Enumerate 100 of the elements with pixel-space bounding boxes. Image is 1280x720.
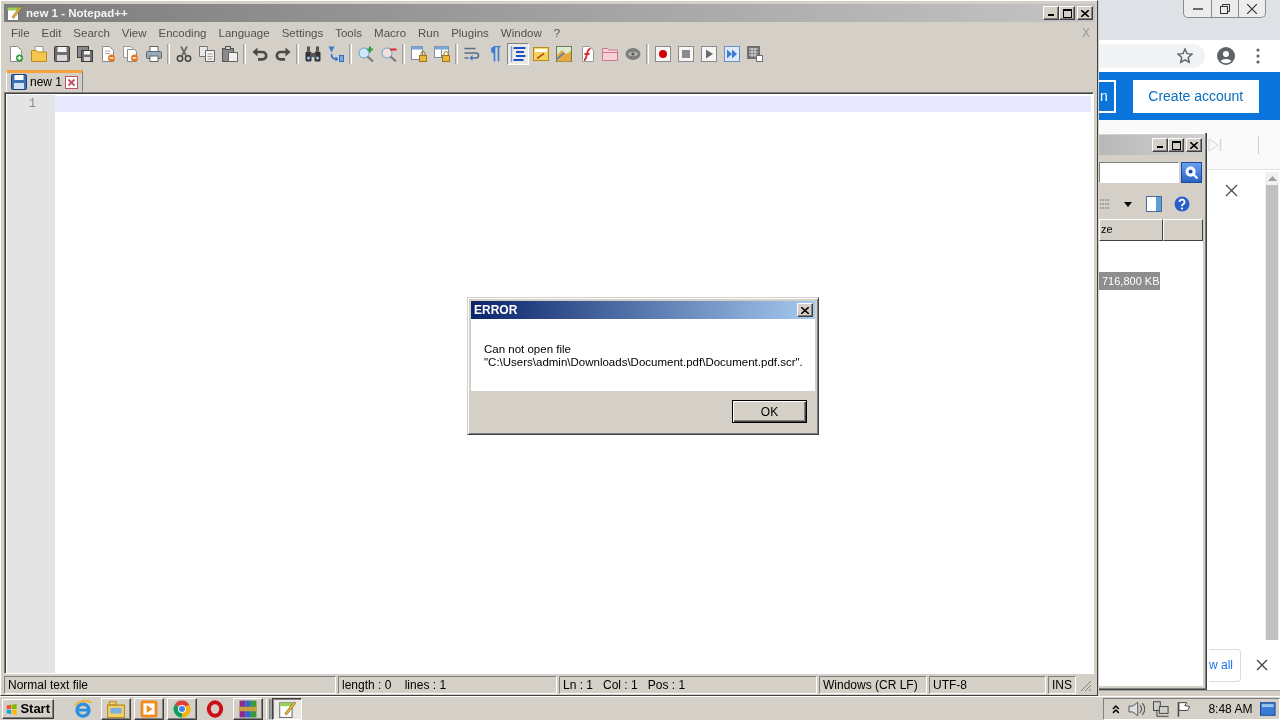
stop-icon[interactable]: [678, 46, 694, 62]
language-panel-icon[interactable]: [533, 46, 549, 62]
close-icon: [1247, 3, 1257, 14]
taskbar-button[interactable]: [272, 697, 302, 720]
close-icon: [1081, 9, 1089, 17]
menu-item[interactable]: Run: [412, 25, 446, 40]
menu-item[interactable]: Settings: [275, 25, 330, 40]
minimize-icon: [1048, 14, 1054, 16]
minimize-icon: [1192, 7, 1203, 10]
line-number: 1: [27, 96, 37, 112]
status-text: UTF-8: [929, 676, 1046, 694]
menu-item[interactable]: View: [115, 25, 153, 40]
maximize-icon: [1062, 8, 1072, 18]
maximize-icon: [1171, 140, 1181, 150]
show-desktop-icon[interactable]: [1260, 701, 1276, 716]
flag-icon[interactable]: [1176, 700, 1193, 717]
scissors-icon[interactable]: [176, 46, 192, 62]
ring-icon: [206, 699, 224, 718]
help-icon[interactable]: [1174, 196, 1190, 212]
notepad-pencil-icon: [278, 699, 296, 718]
copy-icon[interactable]: [199, 46, 215, 62]
books-icon: [239, 699, 257, 718]
close-icon[interactable]: [1256, 659, 1268, 671]
chevron-up-icon[interactable]: [1112, 703, 1120, 714]
minimize-button[interactable]: [1152, 138, 1168, 152]
eye-icon[interactable]: [625, 46, 641, 62]
search-button[interactable]: [1181, 161, 1202, 183]
close-icon: [801, 306, 809, 314]
play-tile-icon: [140, 699, 158, 718]
printer-icon[interactable]: [146, 46, 162, 62]
maximize-button[interactable]: [1059, 6, 1075, 20]
maximize-button[interactable]: [1168, 138, 1184, 152]
word-wrap-icon[interactable]: [464, 46, 480, 62]
menu-item[interactable]: Plugins: [445, 25, 495, 40]
preview-pane-icon[interactable]: [1146, 196, 1162, 212]
function-list-icon[interactable]: [579, 46, 595, 62]
status-text: Normal text file: [4, 676, 336, 694]
start-button[interactable]: Start: [2, 698, 54, 719]
floppy-disks-icon[interactable]: [77, 46, 93, 62]
more-menu-icon[interactable]: [1256, 48, 1260, 64]
grid-icon[interactable]: [747, 46, 763, 62]
status-text: Ln : 1 Col : 1 Pos : 1: [559, 676, 817, 694]
folder-icon: [107, 699, 125, 718]
new-page-icon[interactable]: [8, 46, 24, 62]
indent-guide-icon[interactable]: [507, 43, 529, 65]
menu-item[interactable]: Encoding: [152, 25, 213, 40]
column-header[interactable]: [1163, 219, 1203, 241]
undo-icon[interactable]: [252, 46, 268, 62]
minimize-icon: [1157, 146, 1163, 148]
speaker-icon[interactable]: [1127, 700, 1146, 717]
window-lock-icon[interactable]: [411, 46, 427, 62]
avatar-icon[interactable]: [1217, 47, 1235, 65]
close-icon[interactable]: [1225, 184, 1238, 197]
find-replace-icon[interactable]: [328, 46, 344, 62]
pages-minus-icon[interactable]: [123, 46, 139, 62]
menu-item[interactable]: Tools: [329, 25, 369, 40]
zoom-in-icon[interactable]: [358, 46, 374, 62]
redo-icon[interactable]: [275, 46, 291, 62]
page-minus-icon[interactable]: [100, 46, 116, 62]
clock[interactable]: 8:48 AM: [1208, 701, 1253, 716]
status-text: length : 0 lines : 1: [338, 676, 557, 694]
status-text: Windows (CR LF): [819, 676, 927, 694]
play-icon[interactable]: [701, 46, 717, 62]
menu-item[interactable]: File: [5, 25, 36, 40]
error-message: Can not open file "C:\Users\admin\Downloads\Document.pdf\Document.pdf.scr".: [484, 343, 804, 369]
search-icon: [1185, 165, 1198, 179]
dialog-title: ERROR: [474, 303, 518, 317]
minimize-button[interactable]: [1043, 6, 1059, 20]
star-icon[interactable]: [1177, 48, 1193, 64]
record-icon[interactable]: [655, 46, 671, 62]
restore-icon: [1220, 3, 1230, 14]
document-map-icon[interactable]: [556, 46, 572, 62]
zoom-out-icon[interactable]: [381, 46, 397, 62]
network-icon[interactable]: [1153, 700, 1169, 717]
circle-logo-icon: [173, 699, 191, 718]
document-tab[interactable]: new 1: [6, 70, 84, 92]
ok-button[interactable]: OK: [732, 400, 807, 423]
menu-item[interactable]: Edit: [35, 25, 68, 40]
resize-grip-icon[interactable]: [1080, 680, 1092, 692]
caret-down-icon[interactable]: [1124, 201, 1132, 207]
header-button[interactable]: Create account: [1132, 79, 1259, 113]
address-field[interactable]: [1099, 44, 1205, 68]
menu-item[interactable]: Search: [67, 25, 116, 40]
menu-item[interactable]: ?: [547, 25, 567, 40]
paste-icon[interactable]: [222, 46, 238, 62]
window-lock-icon[interactable]: [434, 46, 450, 62]
scrollbar[interactable]: [1265, 172, 1279, 640]
search-field[interactable]: [1099, 161, 1179, 183]
open-folder-icon[interactable]: [31, 46, 47, 62]
file-size-cell[interactable]: 716,800 KB: [1099, 272, 1160, 290]
binoculars-icon[interactable]: [305, 46, 321, 62]
menu-item[interactable]: Language: [212, 25, 276, 40]
menu-item[interactable]: Macro: [368, 25, 413, 40]
footer-button[interactable]: w all: [1209, 648, 1241, 682]
close-icon: [1190, 141, 1198, 149]
close-icon[interactable]: [65, 75, 79, 89]
menu-item[interactable]: Window: [494, 25, 548, 40]
fast-forward-icon[interactable]: [724, 46, 740, 62]
column-header[interactable]: ze: [1099, 219, 1163, 241]
notepad-pencil-icon: [6, 5, 22, 21]
